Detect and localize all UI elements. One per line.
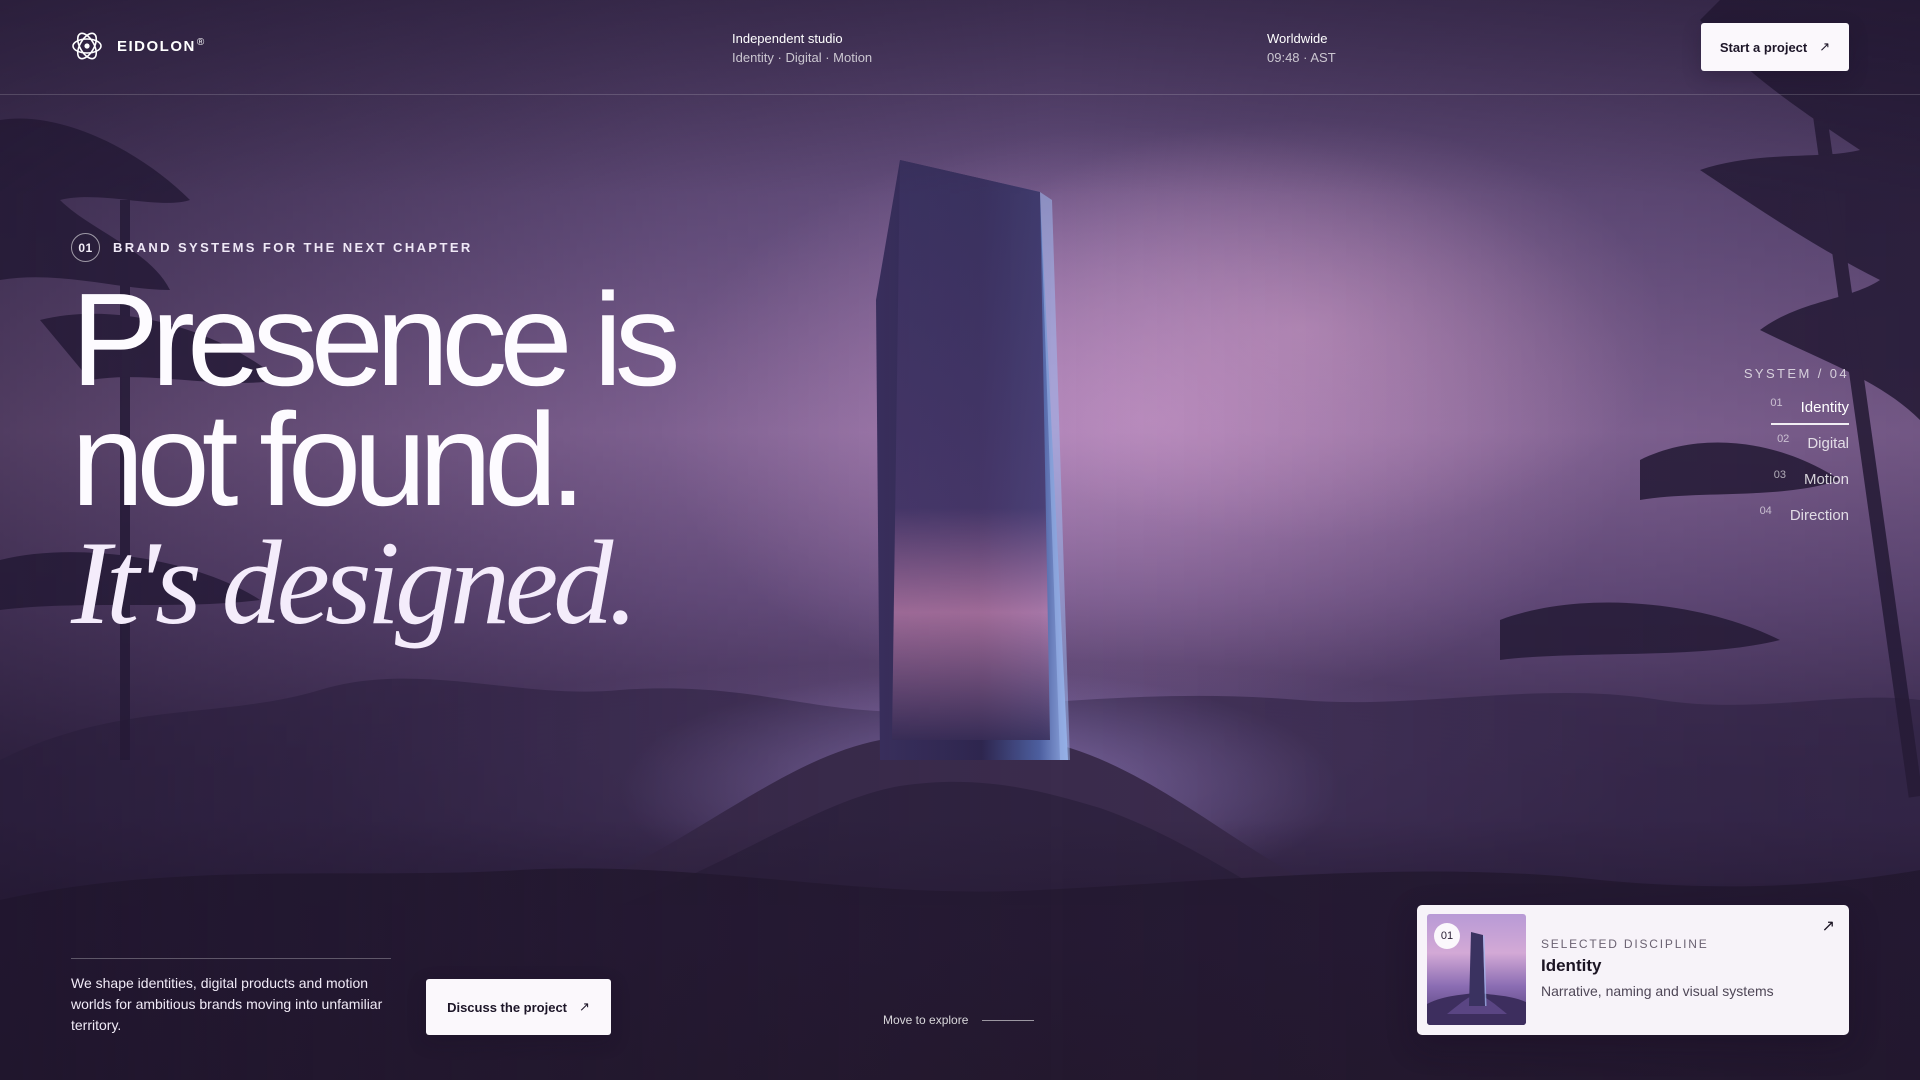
arrow-up-right-icon: ↗ bbox=[1819, 39, 1831, 54]
selected-discipline-card[interactable]: 01 SELECTED DISCIPLINE Identity Narrativ… bbox=[1417, 905, 1849, 1035]
discuss-project-button[interactable]: Discuss the project ↗ bbox=[426, 979, 611, 1035]
local-time: 09:48 · AST bbox=[1267, 50, 1336, 65]
system-item-label: Digital bbox=[1807, 435, 1849, 452]
system-item-number: 01 bbox=[1770, 397, 1783, 409]
system-item-number: 02 bbox=[1777, 433, 1790, 445]
scroll-indicator-line bbox=[982, 1019, 1035, 1021]
headline-line-2: not found. bbox=[71, 386, 586, 533]
registered-mark: ® bbox=[196, 37, 206, 48]
brand-name: EIDOLON® bbox=[117, 37, 206, 55]
card-description: Narrative, naming and visual systems bbox=[1541, 983, 1774, 999]
headline-italic-line: It's designed. bbox=[71, 516, 638, 649]
start-project-button[interactable]: Start a project ↗ bbox=[1701, 23, 1849, 71]
arrow-up-right-icon: ↗ bbox=[579, 999, 590, 1014]
system-item-identity[interactable]: 01 Identity bbox=[1669, 397, 1849, 433]
system-item-number: 03 bbox=[1773, 469, 1786, 481]
system-item-direction[interactable]: 04 Direction bbox=[1669, 505, 1849, 541]
system-discipline-nav: SYSTEM / 04 01 Identity 02 Digital 03 Mo… bbox=[1669, 366, 1849, 541]
card-kicker: SELECTED DISCIPLINE bbox=[1541, 937, 1709, 951]
location-info: Worldwide 09:48 · AST bbox=[1267, 29, 1336, 67]
system-item-label: Motion bbox=[1803, 471, 1849, 488]
arrow-up-right-icon[interactable]: ↗ bbox=[1822, 916, 1835, 936]
system-item-label: Direction bbox=[1789, 507, 1849, 524]
hero-eyebrow: 01 BRAND SYSTEMS FOR THE NEXT CHAPTER bbox=[71, 233, 473, 262]
discuss-project-label: Discuss the project bbox=[447, 999, 568, 1015]
studio-info: Independent studio Identity · Digital · … bbox=[732, 29, 872, 67]
studio-title: Independent studio bbox=[732, 31, 843, 46]
intro-description: We shape identities, digital products an… bbox=[71, 975, 383, 1033]
headline-line-1: Presence is bbox=[71, 266, 681, 413]
system-item-label: Identity bbox=[1800, 399, 1849, 416]
intro-block: We shape identities, digital products an… bbox=[71, 958, 391, 1036]
card-title: Identity bbox=[1541, 956, 1602, 975]
start-project-label: Start a project bbox=[1719, 39, 1808, 55]
hero-headline: Presence is not found. It's designed. bbox=[71, 266, 681, 649]
system-item-digital[interactable]: 02 Digital bbox=[1669, 433, 1849, 469]
system-nav-title: SYSTEM / 04 bbox=[1743, 366, 1849, 381]
eyebrow-text: BRAND SYSTEMS FOR THE NEXT CHAPTER bbox=[113, 240, 473, 255]
system-item-motion[interactable]: 03 Motion bbox=[1669, 469, 1849, 505]
scroll-indicator[interactable]: Move to explore bbox=[883, 1013, 1035, 1027]
brand-logo-link[interactable]: EIDOLON® bbox=[71, 32, 206, 60]
scroll-indicator-label: Move to explore bbox=[883, 1013, 969, 1027]
thumbnail-number-badge: 01 bbox=[1434, 923, 1460, 949]
studio-disciplines: Identity · Digital · Motion bbox=[732, 50, 873, 65]
system-item-number: 04 bbox=[1759, 505, 1772, 517]
eyebrow-number-badge: 01 bbox=[71, 233, 100, 262]
discipline-thumbnail: 01 bbox=[1427, 914, 1526, 1025]
orbit-logo-icon bbox=[72, 32, 102, 60]
top-navigation-bar: EIDOLON® Independent studio Identity · D… bbox=[0, 0, 1920, 95]
location-title: Worldwide bbox=[1267, 31, 1328, 46]
